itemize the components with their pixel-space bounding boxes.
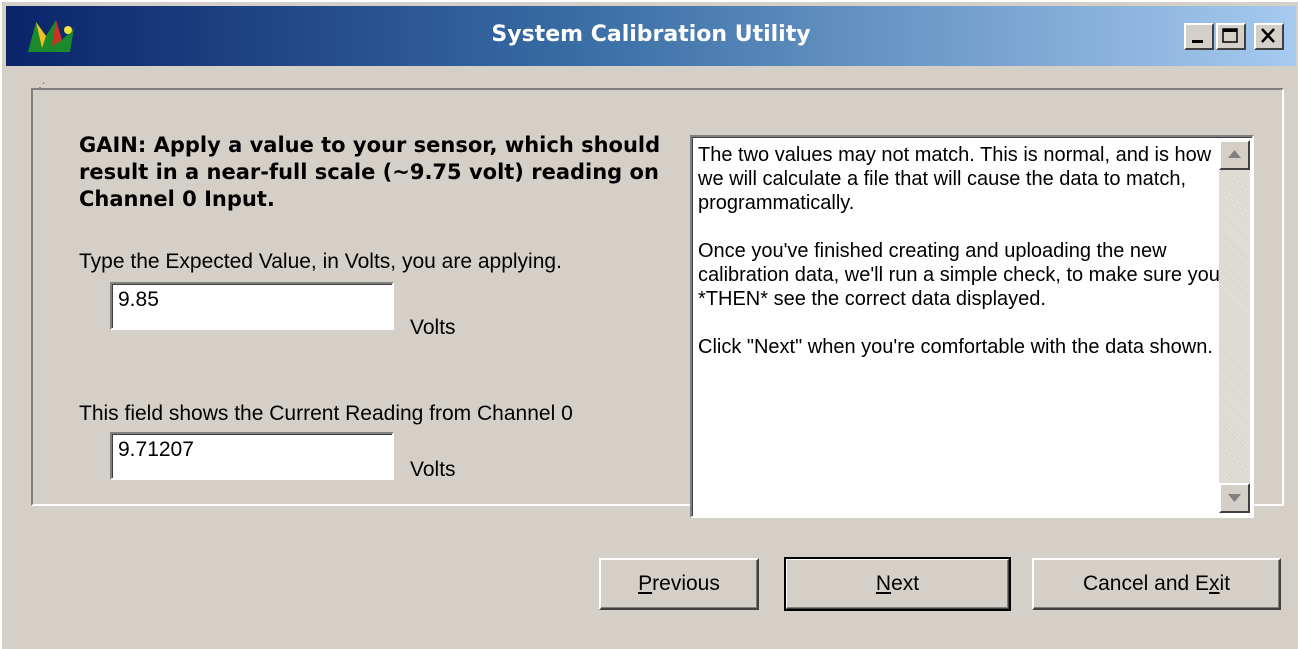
cancel-label-pre: Cancel and E: [1082, 572, 1210, 595]
memo-paragraph: Click "Next" when you're comfortable wit…: [698, 336, 1213, 358]
current-reading-field: 9.71207: [110, 432, 394, 480]
scroll-up-icon: [1228, 150, 1241, 158]
minimize-icon: [1192, 40, 1203, 43]
maximize-icon: [1222, 28, 1238, 43]
scroll-up-button[interactable]: [1219, 140, 1250, 170]
memo-paragraph: The two values may not match. This is no…: [698, 144, 1212, 214]
cancel-accelerator: x: [1209, 572, 1220, 595]
previous-button[interactable]: Previous: [599, 558, 759, 610]
minimize-button[interactable]: [1184, 23, 1214, 50]
info-memo-text: The two values may not match. This is no…: [698, 143, 1220, 383]
previous-label-post: revious: [652, 572, 720, 595]
maximize-button[interactable]: [1216, 23, 1246, 50]
memo-scrollbar[interactable]: [1219, 140, 1250, 513]
scroll-down-icon: [1228, 494, 1241, 502]
info-memo[interactable]: The two values may not match. This is no…: [690, 135, 1254, 518]
next-button[interactable]: Next: [784, 557, 1011, 611]
expected-value-label: Type the Expected Value, in Volts, you a…: [79, 250, 562, 273]
gain-instruction-heading: GAIN: Apply a value to your sensor, whic…: [79, 133, 661, 211]
window-title: System Calibration Utility: [491, 22, 811, 47]
previous-accelerator: P: [638, 572, 653, 595]
cancel-and-exit-button[interactable]: Cancel and Ex it: [1032, 558, 1281, 610]
cancel-label-post: it: [1219, 572, 1231, 595]
current-reading-unit: Volts: [410, 458, 456, 481]
memo-paragraph: Once you've finished creating and upload…: [698, 240, 1220, 310]
close-button[interactable]: [1254, 23, 1284, 50]
title-bar[interactable]: System Calibration Utility: [6, 6, 1296, 66]
current-reading-label: This field shows the Current Reading fro…: [79, 402, 573, 425]
expected-value-input[interactable]: 9.85: [110, 282, 394, 330]
calibration-window: System Calibration Utility ·˙ GAIN: Appl…: [0, 0, 1298, 649]
expected-value-unit: Volts: [410, 316, 456, 339]
next-label-post: ext: [891, 572, 920, 595]
next-accelerator: N: [875, 572, 892, 595]
scroll-down-button[interactable]: [1219, 483, 1250, 513]
close-icon: [1261, 28, 1275, 43]
